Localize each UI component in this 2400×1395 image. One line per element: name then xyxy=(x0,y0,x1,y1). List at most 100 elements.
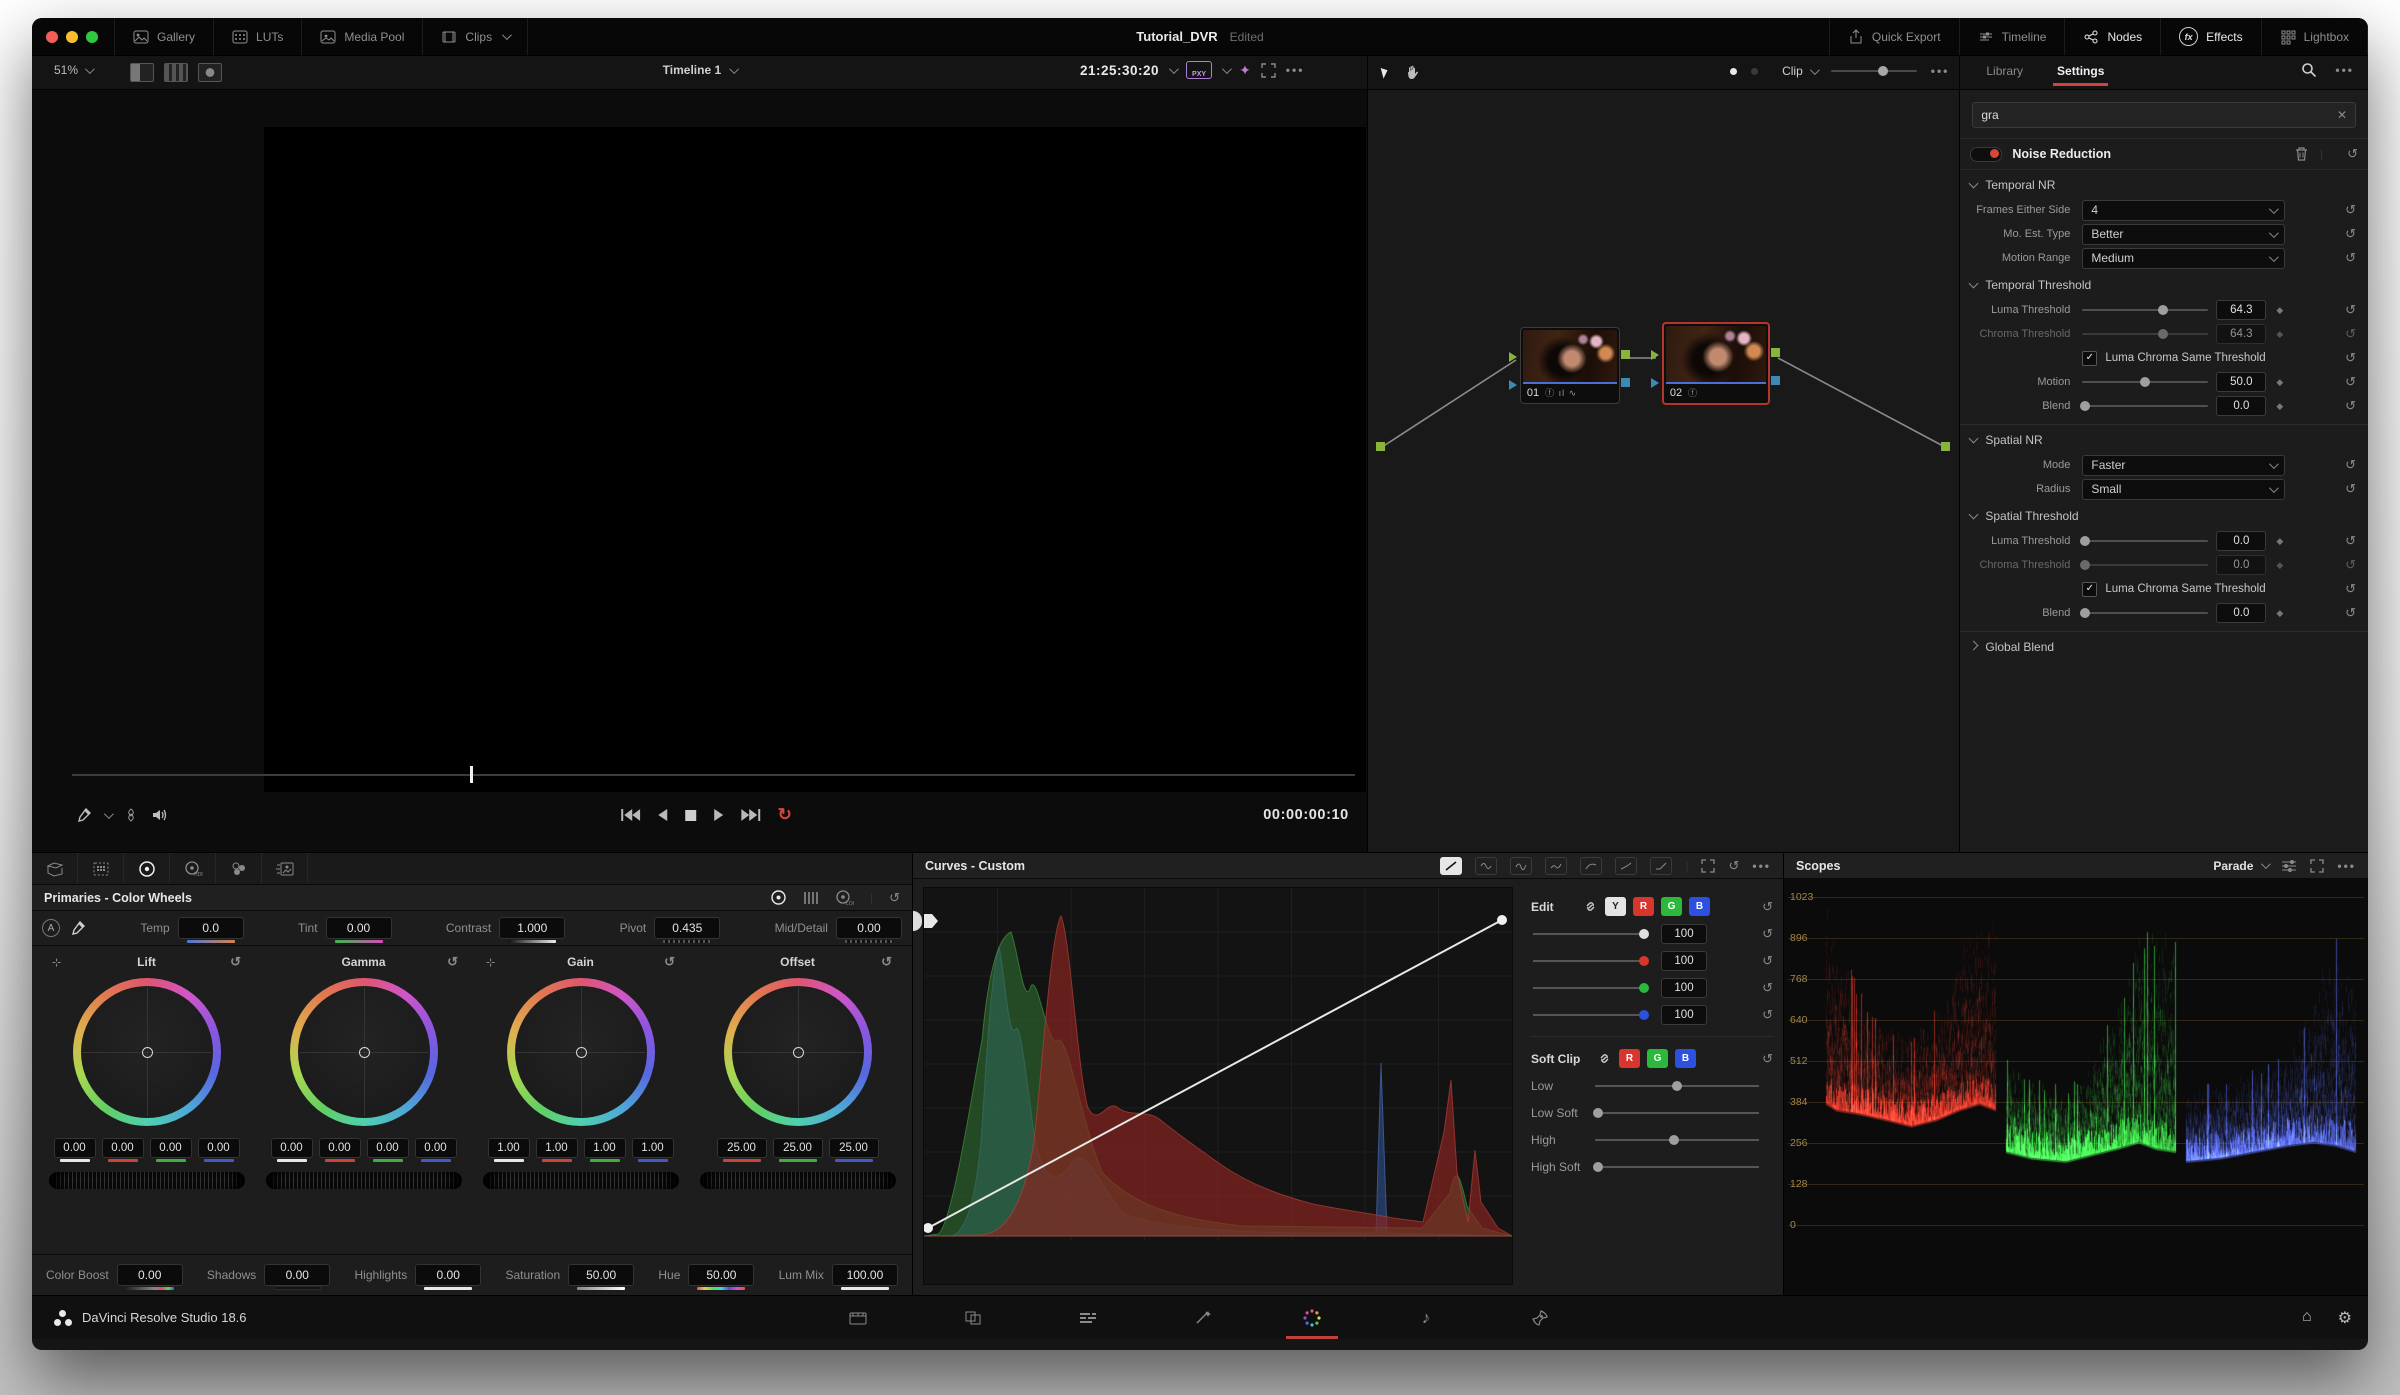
curve-graph[interactable] xyxy=(923,887,1513,1285)
gain-master-wheel[interactable] xyxy=(483,1172,679,1189)
keyframe-icon[interactable]: ◆ xyxy=(2276,608,2283,619)
g-gain-slider[interactable] xyxy=(1533,987,1647,989)
hdr-wheels-tool-button[interactable]: HDR xyxy=(170,853,216,884)
softclip-r-button[interactable]: R xyxy=(1619,1049,1640,1068)
channel-r-button[interactable]: R xyxy=(1633,897,1654,916)
node-02-key-output[interactable] xyxy=(1771,376,1780,385)
node-graph[interactable]: 01 ⓕ ıl ∿ 02 ⓕ xyxy=(1368,90,1961,852)
reset-icon[interactable]: ↺ xyxy=(1762,899,1773,915)
hue-vs-lum-curve-icon[interactable] xyxy=(1545,857,1567,875)
y-gain-slider[interactable] xyxy=(1533,933,1647,935)
node-02-rgb-output[interactable] xyxy=(1771,348,1780,357)
highlights-value[interactable]: 0.00 xyxy=(415,1264,481,1286)
section-spatial-threshold[interactable]: Spatial Threshold xyxy=(1960,503,2368,529)
gamma-color-wheel[interactable] xyxy=(290,978,438,1126)
viewmode-single-button[interactable] xyxy=(130,63,154,82)
link-channels-icon[interactable] xyxy=(1583,899,1598,914)
gallery-button[interactable]: Gallery xyxy=(114,18,213,55)
cut-page-button[interactable] xyxy=(945,1296,1001,1339)
lift-reset-icon[interactable]: ↺ xyxy=(230,954,241,970)
wipe-indicator-on[interactable] xyxy=(1730,68,1737,75)
nodes-panel-button[interactable]: Nodes xyxy=(2064,18,2160,55)
deliver-page-button[interactable] xyxy=(1512,1296,1568,1339)
source-output-port[interactable] xyxy=(1376,442,1385,451)
lightbox-button[interactable]: Lightbox xyxy=(2261,18,2368,55)
b-gain-slider[interactable] xyxy=(1533,1014,1647,1016)
motion-effects-tool-button[interactable] xyxy=(262,853,308,884)
goto-end-icon[interactable] xyxy=(742,808,762,822)
snr-luma-value[interactable]: 0.0 xyxy=(2216,531,2266,551)
softclip-high-slider[interactable] xyxy=(1595,1139,1759,1141)
gain-color-wheel[interactable] xyxy=(507,978,655,1126)
softclip-b-button[interactable]: B xyxy=(1675,1049,1696,1068)
zoom-button[interactable] xyxy=(86,31,98,43)
viewer-timecode[interactable]: 21:25:30:20 xyxy=(1080,63,1159,78)
step-back-icon[interactable] xyxy=(657,808,669,822)
expand-viewer-icon[interactable] xyxy=(1261,63,1276,78)
snr-blend-slider[interactable] xyxy=(2082,612,2208,614)
reset-icon[interactable]: ↺ xyxy=(2345,457,2356,473)
keyframe-icon[interactable]: ◆ xyxy=(2276,401,2283,412)
tnr-same-threshold-checkbox[interactable]: ✓ xyxy=(2082,351,2097,366)
g-gain-value[interactable]: 100 xyxy=(1661,978,1707,998)
color-match-tool-button[interactable] xyxy=(78,853,124,884)
node-01-key-output[interactable] xyxy=(1621,378,1630,387)
node-01-rgb-input[interactable] xyxy=(1509,352,1517,362)
tnr-chroma-value[interactable]: 64.3 xyxy=(2216,324,2266,344)
tnr-motion-slider[interactable] xyxy=(2082,381,2208,383)
contrast-value[interactable]: 1.000 xyxy=(499,917,565,939)
parade-scope[interactable]: 1023 896 768 640 512 384 256 128 0 xyxy=(1784,879,2368,1295)
channel-g-button[interactable]: G xyxy=(1661,897,1682,916)
tnr-blend-value[interactable]: 0.0 xyxy=(2216,396,2266,416)
fairlight-page-button[interactable]: ♪ xyxy=(1398,1296,1454,1339)
bars-mode-icon[interactable] xyxy=(803,890,819,906)
reset-icon[interactable]: ↺ xyxy=(2345,302,2356,318)
tnr-luma-slider[interactable] xyxy=(2082,309,2208,311)
stop-button[interactable] xyxy=(685,809,698,822)
node-02-key-input[interactable] xyxy=(1651,378,1659,388)
lum-mix-value[interactable]: 100.00 xyxy=(832,1264,898,1286)
offset-reset-icon[interactable]: ↺ xyxy=(881,954,892,970)
loop-button[interactable]: ↻ xyxy=(778,805,792,825)
keyframe-icon[interactable]: ◆ xyxy=(2276,329,2283,340)
keyframe-icon[interactable]: ◆ xyxy=(2276,560,2283,571)
gamma-master-wheel[interactable] xyxy=(266,1172,462,1189)
reset-icon[interactable]: ↺ xyxy=(2345,533,2356,549)
link-channels-icon[interactable] xyxy=(1597,1051,1612,1066)
b-gain-value[interactable]: 100 xyxy=(1661,1005,1707,1025)
keyframe-icon[interactable]: ◆ xyxy=(2276,305,2283,316)
offset-color-wheel[interactable] xyxy=(724,978,872,1126)
wheels-mode-icon[interactable] xyxy=(770,889,787,906)
log-mode-icon[interactable]: LOG xyxy=(835,889,854,906)
keyframe-icon[interactable]: ◆ xyxy=(2276,536,2283,547)
auto-balance-icon[interactable]: A xyxy=(42,919,60,937)
minimize-button[interactable] xyxy=(66,31,78,43)
saturation-value[interactable]: 50.00 xyxy=(568,1264,634,1286)
sat-vs-sat-curve-icon[interactable] xyxy=(1615,857,1637,875)
section-temporal-nr[interactable]: Temporal NR xyxy=(1960,172,2368,198)
clip-select[interactable]: Clip xyxy=(1782,64,1817,78)
tab-settings[interactable]: Settings xyxy=(2057,64,2104,78)
enhance-icon[interactable]: ✦ xyxy=(1239,62,1251,79)
viewer-scrubber[interactable] xyxy=(72,774,1355,776)
r-gain-value[interactable]: 100 xyxy=(1661,951,1707,971)
fusion-page-button[interactable] xyxy=(1175,1296,1231,1339)
node-01[interactable]: 01 ⓕ ıl ∿ xyxy=(1520,327,1620,404)
chevron-down-icon[interactable] xyxy=(104,809,114,819)
timeline-select[interactable]: Timeline 1 xyxy=(663,63,736,77)
softclip-low-slider[interactable] xyxy=(1595,1085,1759,1087)
tnr-motion-value[interactable]: 50.0 xyxy=(2216,372,2266,392)
white-balance-picker-icon[interactable] xyxy=(70,920,86,936)
section-temporal-threshold[interactable]: Temporal Threshold xyxy=(1960,272,2368,298)
pivot-value[interactable]: 0.435 xyxy=(654,917,720,939)
quick-export-button[interactable]: Quick Export xyxy=(1829,18,1959,55)
reset-icon[interactable]: ↺ xyxy=(2345,605,2356,621)
scope-mode-select[interactable]: Parade xyxy=(2213,859,2268,873)
image-wipe-icon[interactable] xyxy=(123,807,139,823)
settings-options-menu[interactable]: ••• xyxy=(2335,63,2354,77)
reset-icon[interactable]: ↺ xyxy=(2345,350,2356,366)
project-settings-gear-icon[interactable]: ⚙ xyxy=(2338,1308,2352,1328)
tab-library[interactable]: Library xyxy=(1986,64,2023,78)
color-picker-icon[interactable] xyxy=(76,807,92,823)
softclip-g-button[interactable]: G xyxy=(1647,1049,1668,1068)
